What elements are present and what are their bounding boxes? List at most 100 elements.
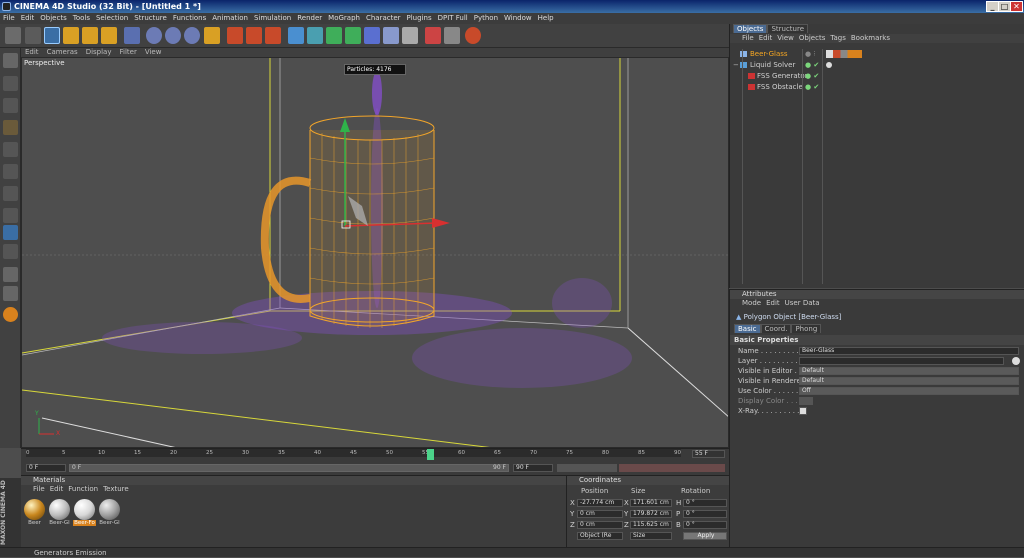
undo-icon[interactable] — [5, 27, 21, 44]
objects-menu-view[interactable]: View — [777, 34, 794, 43]
start-frame-field[interactable]: 0 F — [26, 464, 66, 472]
position-z-field[interactable]: 0 cm — [577, 521, 623, 529]
menu-file[interactable]: File — [0, 13, 18, 24]
object-tag[interactable] — [826, 62, 832, 68]
xray-checkbox[interactable] — [799, 407, 807, 415]
tab-structure[interactable]: Structure — [767, 24, 809, 33]
expand-toggle[interactable]: − — [733, 60, 739, 70]
y-axis-icon[interactable] — [165, 27, 181, 44]
menu-python[interactable]: Python — [471, 13, 501, 24]
menu-functions[interactable]: Functions — [170, 13, 209, 24]
attributes-menu-user-data[interactable]: User Data — [785, 299, 820, 308]
menu-simulation[interactable]: Simulation — [251, 13, 294, 24]
tweak-mode-icon[interactable] — [3, 225, 18, 240]
timeline-ruler[interactable]: 0 5 10 15 20 25 30 35 40 45 50 55 60 65 … — [26, 449, 681, 460]
live-selection-icon[interactable] — [44, 27, 60, 44]
materials-menu-function[interactable]: Function — [68, 485, 98, 494]
attributes-menu-edit[interactable]: Edit — [766, 299, 780, 308]
material-swatch[interactable]: Beer-Gl — [48, 499, 71, 529]
material-swatch-selected[interactable]: Beer-Fo — [73, 499, 96, 529]
menu-dpit-full[interactable]: DPIT Full — [435, 13, 471, 24]
beer-glass-wireframe[interactable] — [260, 115, 435, 328]
name-field[interactable]: Beer-Glass — [799, 347, 1019, 355]
position-x-field[interactable]: -27.774 cm — [577, 499, 623, 507]
environment-icon[interactable] — [402, 27, 418, 44]
render-picture-viewer-icon[interactable] — [246, 27, 262, 44]
menu-tools[interactable]: Tools — [70, 13, 93, 24]
search-icon[interactable] — [988, 36, 1022, 44]
coordinate-system-icon[interactable] — [204, 27, 220, 44]
objects-menu-file[interactable]: File — [742, 34, 754, 43]
size-x-field[interactable]: 171.601 cm — [630, 499, 672, 507]
camera-icon[interactable] — [425, 27, 441, 44]
end-frame-field[interactable]: 90 F — [513, 464, 553, 472]
enabled-check-icon[interactable]: ● ✔ — [805, 60, 819, 70]
move-icon[interactable] — [63, 27, 79, 44]
object-tags[interactable] — [826, 50, 862, 58]
snap-icon[interactable] — [3, 244, 18, 259]
model-tool-icon[interactable] — [3, 76, 18, 91]
menu-plugins[interactable]: Plugins — [404, 13, 435, 24]
object-row-fss-generator[interactable]: FSS Generator ● ✔ — [730, 71, 1024, 81]
perspective-viewport[interactable]: Perspective Particles: 4176 Y X — [21, 57, 729, 448]
grid-icon[interactable] — [444, 27, 460, 44]
rotation-p-field[interactable]: 0 ° — [683, 510, 727, 518]
menu-selection[interactable]: Selection — [93, 13, 131, 24]
viewport-menu-view[interactable]: View — [141, 48, 166, 57]
tab-phong[interactable]: Phong — [791, 324, 822, 333]
viewport-menu-edit[interactable]: Edit — [21, 48, 43, 57]
layer-field[interactable] — [799, 357, 1004, 365]
deformer-icon[interactable] — [364, 27, 380, 44]
tab-coord[interactable]: Coord. — [760, 324, 792, 333]
scene-icon[interactable] — [383, 27, 399, 44]
size-z-field[interactable]: 115.625 cm — [630, 521, 672, 529]
viewport-scene[interactable] — [22, 58, 729, 448]
edges-mode-icon[interactable] — [3, 164, 18, 179]
rotation-h-field[interactable]: 0 ° — [683, 499, 727, 507]
object-row-beer-glass[interactable]: Beer-Glass ● ⁝ — [730, 49, 1024, 59]
polygons-mode-icon[interactable] — [3, 186, 18, 201]
enabled-check-icon[interactable]: ● ✔ — [805, 71, 819, 81]
render-settings-icon[interactable] — [265, 27, 281, 44]
menu-help[interactable]: Help — [535, 13, 557, 24]
material-swatch[interactable]: Beer — [23, 499, 46, 529]
rotate-icon[interactable] — [101, 27, 117, 44]
enabled-check-icon[interactable]: ● ✔ — [805, 82, 819, 92]
redo-icon[interactable] — [25, 27, 41, 44]
make-editable-icon[interactable] — [3, 53, 18, 68]
objects-menu-tags[interactable]: Tags — [830, 34, 846, 43]
use-color-dropdown[interactable]: Off — [799, 387, 1019, 395]
attributes-menu-mode[interactable]: Mode — [742, 299, 761, 308]
viewport-menu-cameras[interactable]: Cameras — [43, 48, 82, 57]
workplane-icon[interactable] — [3, 120, 18, 135]
tab-objects[interactable]: Objects — [733, 24, 768, 33]
viewport-menu-display[interactable]: Display — [82, 48, 116, 57]
sculpt-icon[interactable] — [3, 307, 18, 322]
keyframe-controls[interactable] — [619, 464, 725, 472]
axis-mode-icon[interactable] — [3, 208, 18, 223]
object-row-fss-obstacle[interactable]: FSS Obstacle ● ✔ — [730, 82, 1024, 92]
generator-icon[interactable] — [345, 27, 361, 44]
subdivision-icon[interactable] — [307, 27, 323, 44]
visibility-dots[interactable]: ● ⁝ — [805, 49, 816, 59]
menu-structure[interactable]: Structure — [131, 13, 170, 24]
record-icon[interactable] — [465, 27, 481, 44]
close-button[interactable]: ✕ — [1010, 1, 1023, 12]
coordinate-mode-dropdown[interactable]: Object (Re — [577, 532, 623, 540]
size-mode-dropdown[interactable]: Size — [630, 532, 672, 540]
render-view-icon[interactable] — [227, 27, 243, 44]
z-axis-icon[interactable] — [184, 27, 200, 44]
materials-menu-edit[interactable]: Edit — [50, 485, 64, 494]
position-y-field[interactable]: 0 cm — [577, 510, 623, 518]
cube-icon[interactable] — [288, 27, 304, 44]
menu-mograph[interactable]: MoGraph — [325, 13, 363, 24]
objects-menu-bookmarks[interactable]: Bookmarks — [851, 34, 890, 43]
current-frame-field[interactable]: 55 F — [692, 450, 725, 458]
visible-in-editor-dropdown[interactable]: Default — [799, 367, 1019, 375]
points-mode-icon[interactable] — [3, 142, 18, 157]
visible-in-renderer-dropdown[interactable]: Default — [799, 377, 1019, 385]
apply-button[interactable]: Apply — [683, 532, 727, 540]
object-mode-icon[interactable] — [124, 27, 140, 44]
materials-menu-texture[interactable]: Texture — [103, 485, 129, 494]
scale-icon[interactable] — [82, 27, 98, 44]
